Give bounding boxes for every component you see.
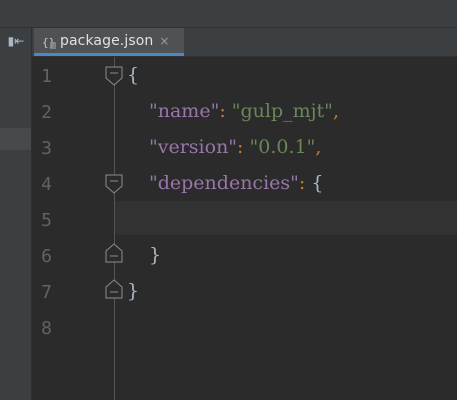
colon: : [237,136,250,158]
line-number: 3 [41,138,52,159]
fold-collapse-icon[interactable] [105,66,123,86]
editor-tab-bar: {} package.json × [32,28,457,57]
json-key: "dependencies" [149,172,299,194]
colon: : [298,172,312,194]
code-line-2: "name": "gulp_mjt", [149,93,339,129]
line-number: 1 [41,66,52,87]
collapse-panel-button[interactable]: ▮⇤ [6,33,26,49]
fold-end-icon[interactable] [105,243,123,263]
line-number: 6 [41,246,52,267]
line-number: 4 [41,174,52,195]
comma: , [315,136,322,158]
json-key: "name" [149,100,220,122]
comma: , [332,100,339,122]
colon: : [219,100,232,122]
line-number: 5 [41,210,52,231]
open-brace: { [127,64,140,86]
code-line-4: "dependencies": { [149,165,323,201]
json-string-value: "gulp_mjt" [231,100,333,122]
line-number: 2 [41,102,52,123]
json-key: "version" [149,136,238,158]
code-line-1: { [127,57,139,93]
close-tab-icon[interactable]: × [159,34,169,48]
fold-collapse-icon[interactable] [105,174,123,194]
close-brace: } [149,244,162,266]
code-editor[interactable]: 1 2 3 4 5 6 7 8 {"name": "gulp_mjt", "v… [32,57,457,400]
line-number: 8 [41,318,52,339]
json-string-value: "0.0.1" [249,136,316,158]
project-panel-edge [0,28,32,400]
code-line-6: } [149,237,161,273]
json-file-icon: {} [42,34,56,49]
line-number-gutter: 1 2 3 4 5 6 7 8 [32,57,112,400]
fold-end-icon[interactable] [105,279,123,299]
close-brace: } [127,280,140,302]
tab-package-json[interactable]: {} package.json × [34,28,184,56]
line-number: 7 [41,282,52,303]
code-line-3: "version": "0.0.1", [149,129,321,165]
ide-window: ▮⇤ {} package.json × 1 2 3 4 5 6 7 8 {"… [0,0,457,400]
code-line-7: } [127,273,139,309]
project-selected-row[interactable] [0,128,31,150]
open-brace: { [311,172,324,194]
toolbar-strip [0,0,457,28]
tab-label: package.json [60,32,154,49]
current-line-highlight [115,201,457,235]
